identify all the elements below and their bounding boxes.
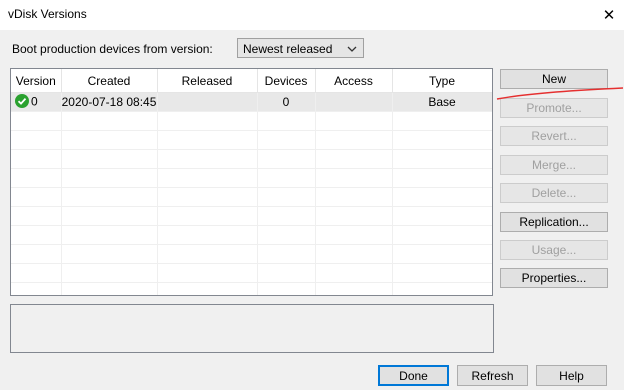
table-row-empty [11, 149, 492, 169]
title-bar: vDisk Versions ✕ [0, 0, 624, 30]
cell-released [157, 92, 258, 112]
check-icon [15, 93, 29, 111]
close-button[interactable]: ✕ [594, 0, 624, 30]
help-button[interactable]: Help [536, 365, 607, 386]
boot-version-label: Boot production devices from version: [12, 42, 213, 56]
delete-button[interactable]: Delete... [500, 183, 608, 203]
column-headers: Version Created Released Devices Access … [11, 69, 492, 93]
chevron-down-icon [347, 43, 357, 57]
usage-button[interactable]: Usage... [500, 240, 608, 260]
cell-type: Base [392, 92, 492, 112]
table-row-empty [11, 225, 492, 245]
table-row-empty [11, 187, 492, 207]
table-row-empty [11, 244, 492, 264]
table-row-empty [11, 111, 492, 131]
table-row-empty [11, 263, 492, 283]
column-header-access[interactable]: Access [315, 69, 393, 93]
annotation-line [496, 87, 624, 100]
versions-list[interactable]: Version Created Released Devices Access … [10, 68, 493, 296]
cell-access [315, 92, 393, 112]
boot-version-select[interactable]: Newest released [237, 38, 364, 58]
merge-button[interactable]: Merge... [500, 155, 608, 175]
cell-version: 0 [11, 92, 62, 112]
properties-button[interactable]: Properties... [500, 268, 608, 288]
status-box [10, 304, 494, 353]
column-header-type[interactable]: Type [392, 69, 492, 93]
close-icon: ✕ [602, 7, 616, 24]
column-header-devices[interactable]: Devices [257, 69, 316, 93]
revert-button[interactable]: Revert... [500, 126, 608, 146]
refresh-button[interactable]: Refresh [457, 365, 528, 386]
table-row-empty [11, 206, 492, 226]
cell-devices: 0 [257, 92, 316, 112]
column-header-version[interactable]: Version [11, 69, 62, 93]
table-row-empty [11, 282, 492, 295]
boot-version-value: Newest released [243, 42, 333, 56]
table-row-empty [11, 130, 492, 150]
window-title: vDisk Versions [8, 7, 87, 21]
done-button[interactable]: Done [378, 365, 449, 386]
table-row[interactable]: 0 2020-07-18 08:45 0 Base [11, 92, 492, 112]
version-value: 0 [31, 94, 38, 109]
replication-button[interactable]: Replication... [500, 212, 608, 232]
table-row-empty [11, 168, 492, 188]
column-header-released[interactable]: Released [157, 69, 258, 93]
column-header-created[interactable]: Created [61, 69, 158, 93]
cell-created: 2020-07-18 08:45 [61, 92, 158, 112]
